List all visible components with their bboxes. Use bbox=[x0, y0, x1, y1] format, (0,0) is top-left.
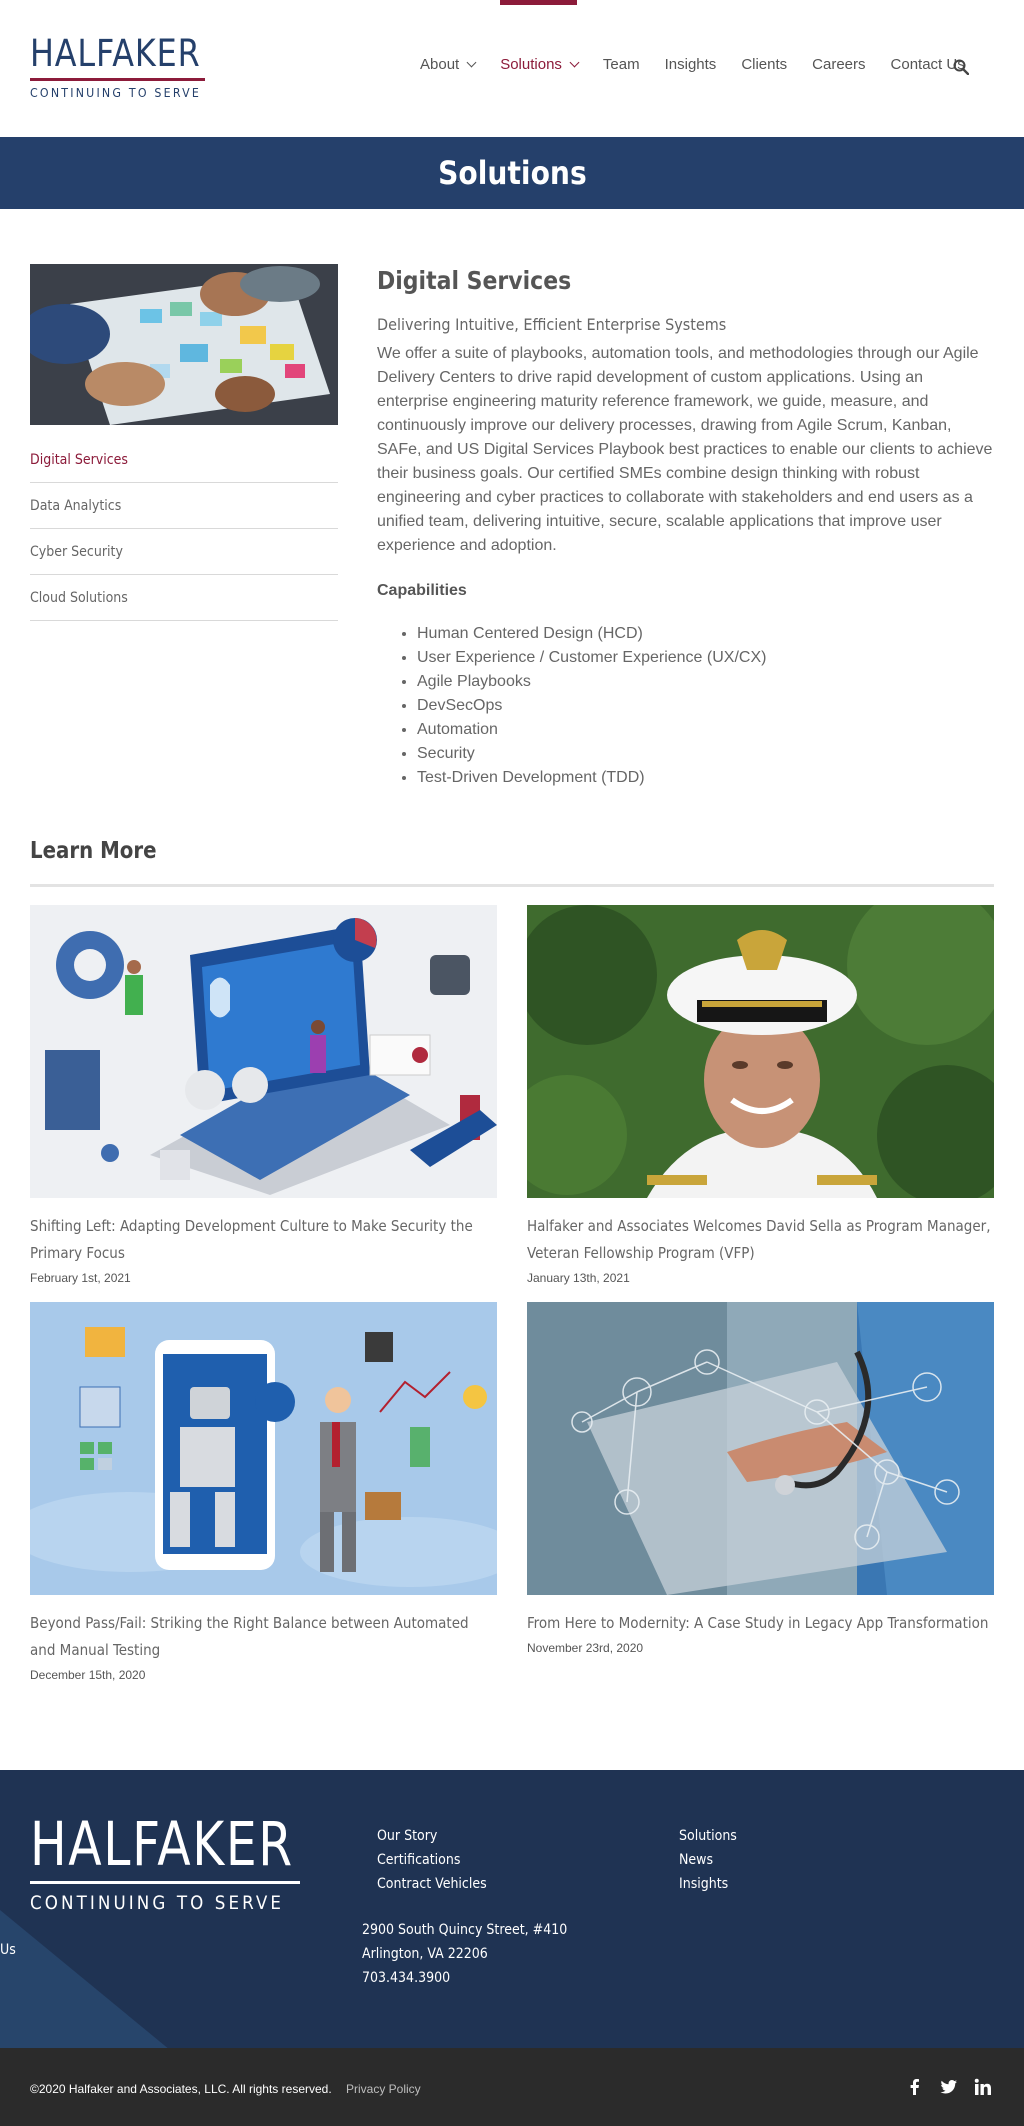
capability-item: Test-Driven Development (TDD) bbox=[417, 766, 994, 790]
footer-address: 2900 South Quincy Street, #410 Arlington… bbox=[362, 1918, 567, 1990]
divider bbox=[30, 884, 994, 887]
capability-item: Human Centered Design (HCD) bbox=[417, 622, 994, 646]
post-card[interactable]: Beyond Pass/Fail: Striking the Right Bal… bbox=[30, 1302, 497, 1682]
site-footer: HALFAKER CONTINUING TO SERVE Us Our Stor… bbox=[0, 1770, 1024, 2048]
capability-item: Security bbox=[417, 742, 994, 766]
footer-link-our-story[interactable]: Our Story bbox=[377, 1824, 487, 1848]
nav-label: Solutions bbox=[500, 56, 562, 73]
nav-item-clients[interactable]: Clients bbox=[741, 56, 787, 73]
post-title[interactable]: Halfaker and Associates Welcomes David S… bbox=[527, 1213, 994, 1267]
footer-logo-wordmark: HALFAKER bbox=[30, 1809, 294, 1880]
linkedin-icon[interactable] bbox=[974, 2078, 992, 2096]
footer-logo[interactable]: HALFAKER CONTINUING TO SERVE bbox=[30, 1813, 360, 1914]
logo-wordmark: HALFAKER bbox=[30, 32, 201, 75]
post-card[interactable]: Shifting Left: Adapting Development Cult… bbox=[30, 905, 497, 1285]
sidebar-item-cyber-security[interactable]: Cyber Security bbox=[30, 529, 338, 575]
search-icon[interactable] bbox=[953, 59, 969, 75]
footer-link-solutions[interactable]: Solutions bbox=[679, 1824, 737, 1848]
learn-more-heading: Learn More bbox=[30, 838, 157, 864]
post-date: February 1st, 2021 bbox=[30, 1271, 131, 1285]
footer-logo-rule bbox=[30, 1881, 300, 1884]
post-title[interactable]: Shifting Left: Adapting Development Cult… bbox=[30, 1213, 497, 1267]
post-card[interactable]: Halfaker and Associates Welcomes David S… bbox=[527, 905, 994, 1285]
section-body: We offer a suite of playbooks, automatio… bbox=[377, 345, 993, 554]
post-date: January 13th, 2021 bbox=[527, 1271, 630, 1285]
post-card[interactable]: From Here to Modernity: A Case Study in … bbox=[527, 1302, 994, 1655]
capability-item: Automation bbox=[417, 718, 994, 742]
chevron-down-icon bbox=[569, 57, 580, 68]
sidebar-item-data-analytics[interactable]: Data Analytics bbox=[30, 483, 338, 529]
capability-item: DevSecOps bbox=[417, 694, 994, 718]
footer-link-contract-vehicles[interactable]: Contract Vehicles bbox=[377, 1872, 487, 1896]
active-nav-indicator bbox=[500, 0, 577, 5]
footer-links-col1: Our Story Certifications Contract Vehicl… bbox=[377, 1824, 487, 1896]
digital-services-image bbox=[30, 264, 338, 425]
main-nav: About Solutions Team Insights Clients Ca… bbox=[420, 56, 990, 73]
post-date: December 15th, 2020 bbox=[30, 1668, 146, 1682]
post-title[interactable]: Beyond Pass/Fail: Striking the Right Bal… bbox=[30, 1610, 497, 1664]
footer-partial-text[interactable]: Us bbox=[0, 1942, 16, 1958]
copyright-text: ©2020 Halfaker and Associates, LLC. All … bbox=[30, 2082, 332, 2096]
facebook-icon[interactable] bbox=[906, 2078, 924, 2096]
sidebar-item-digital-services[interactable]: Digital Services bbox=[30, 437, 338, 483]
capabilities-list: Human Centered Design (HCD) User Experie… bbox=[417, 622, 994, 790]
capability-item: User Experience / Customer Experience (U… bbox=[417, 646, 994, 670]
capabilities-heading: Capabilities bbox=[377, 582, 467, 599]
footer-link-certifications[interactable]: Certifications bbox=[377, 1848, 487, 1872]
footer-links-col2: Solutions News Insights bbox=[679, 1824, 737, 1896]
site-header: HALFAKER CONTINUING TO SERVE About Solut… bbox=[0, 0, 1024, 137]
logo[interactable]: HALFAKER CONTINUING TO SERVE bbox=[30, 34, 210, 100]
footer-bottom-bar: ©2020 Halfaker and Associates, LLC. All … bbox=[0, 2048, 1024, 2126]
post-image-officer[interactable] bbox=[527, 905, 994, 1198]
footer-logo-tagline: CONTINUING TO SERVE bbox=[30, 1892, 285, 1914]
section-title: Digital Services bbox=[377, 266, 572, 295]
nav-label: About bbox=[420, 56, 460, 73]
twitter-icon[interactable] bbox=[940, 2078, 958, 2096]
logo-rule bbox=[30, 78, 205, 81]
nav-item-team[interactable]: Team bbox=[603, 56, 640, 73]
footer-link-insights[interactable]: Insights bbox=[679, 1872, 737, 1896]
nav-item-solutions[interactable]: Solutions bbox=[500, 56, 580, 73]
address-line: 2900 South Quincy Street, #410 bbox=[362, 1922, 568, 1938]
sidebar-item-cloud-solutions[interactable]: Cloud Solutions bbox=[30, 575, 338, 621]
privacy-policy-link[interactable]: Privacy Policy bbox=[346, 2082, 421, 2096]
chevron-down-icon bbox=[466, 57, 477, 68]
nav-item-careers[interactable]: Careers bbox=[812, 56, 865, 73]
post-image-automation[interactable] bbox=[30, 1302, 497, 1595]
section-subtitle: Delivering Intuitive, Efficient Enterpri… bbox=[377, 315, 727, 334]
capability-item: Agile Playbooks bbox=[417, 670, 994, 694]
phone-number[interactable]: 703.434.3900 bbox=[362, 1966, 567, 1990]
learn-more-section: Learn More bbox=[30, 838, 994, 887]
post-image-security[interactable] bbox=[30, 905, 497, 1198]
post-title[interactable]: From Here to Modernity: A Case Study in … bbox=[527, 1610, 994, 1637]
footer-decoration bbox=[0, 1910, 168, 2048]
nav-item-about[interactable]: About bbox=[420, 56, 477, 73]
footer-link-news[interactable]: News bbox=[679, 1848, 737, 1872]
nav-item-insights[interactable]: Insights bbox=[665, 56, 717, 73]
page-title: Solutions bbox=[437, 154, 587, 192]
post-date: November 23rd, 2020 bbox=[527, 1641, 644, 1655]
main-content: Digital Services Delivering Intuitive, E… bbox=[377, 266, 994, 790]
logo-tagline: CONTINUING TO SERVE bbox=[30, 86, 202, 100]
solutions-sidebar-nav: Digital Services Data Analytics Cyber Se… bbox=[30, 437, 338, 621]
page-title-banner: Solutions bbox=[0, 137, 1024, 209]
post-image-modernity[interactable] bbox=[527, 1302, 994, 1595]
address-line: Arlington, VA 22206 bbox=[362, 1946, 488, 1962]
